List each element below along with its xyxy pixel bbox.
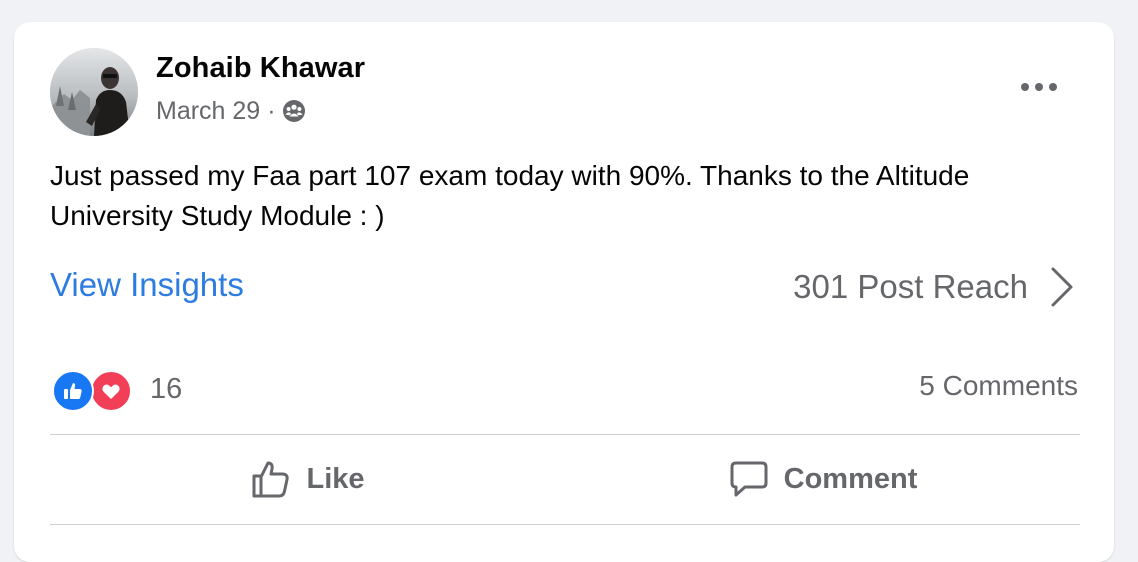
chevron-right-icon (1050, 266, 1074, 308)
like-button[interactable]: Like (50, 436, 565, 522)
thumbs-up-icon (250, 458, 292, 500)
more-options-icon (1020, 79, 1058, 97)
author-name[interactable]: Zohaib Khawar (156, 52, 365, 85)
friends-icon[interactable] (282, 99, 306, 123)
post-text: Just passed my Faa part 107 exam today w… (50, 160, 970, 231)
like-label: Like (306, 462, 365, 495)
like-reaction-icon (52, 370, 94, 412)
speech-bubble-icon (728, 458, 770, 500)
reaction-icons (52, 368, 136, 412)
comments-count-link[interactable]: 5 Comments (919, 370, 1078, 402)
reactions-summary[interactable]: 16 (52, 366, 182, 412)
comment-label: Comment (783, 462, 918, 495)
view-insights-link[interactable]: View Insights (50, 266, 244, 304)
reaction-count: 16 (150, 372, 183, 405)
divider (50, 434, 1080, 435)
post-reach-button[interactable]: 301 Post Reach (793, 265, 1074, 309)
post-card: Zohaib Khawar March 29 · Just passed my … (14, 22, 1114, 562)
post-meta: March 29 · (156, 94, 306, 128)
more-options-button[interactable] (1014, 70, 1064, 106)
action-bar: Like Comment (50, 436, 1080, 522)
meta-separator: · (267, 96, 276, 125)
love-reaction-icon (90, 370, 132, 412)
divider (50, 524, 1080, 525)
comment-button[interactable]: Comment (565, 436, 1080, 522)
post-date[interactable]: March 29 (156, 97, 260, 126)
author-avatar[interactable] (50, 48, 138, 136)
post-reach-label: 301 Post Reach (793, 268, 1028, 305)
